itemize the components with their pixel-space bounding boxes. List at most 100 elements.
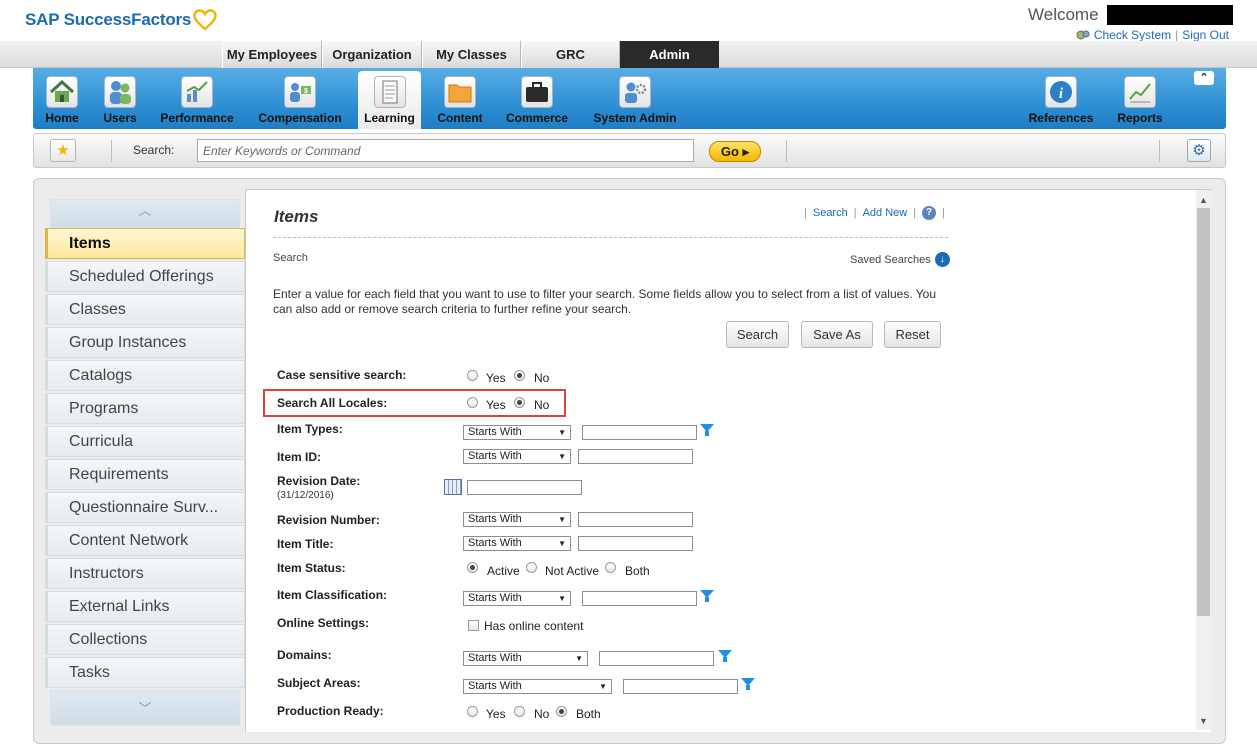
left-nav-item-instructors[interactable]: Instructors xyxy=(45,558,245,589)
item-id-label: Item ID: xyxy=(277,450,322,464)
settings-gear-button[interactable]: ⚙ xyxy=(1187,139,1211,162)
nav-compensation[interactable]: $ Compensation xyxy=(254,68,346,129)
left-nav-item-classes[interactable]: Classes xyxy=(45,294,245,325)
case-sensitive-yes-label: Yes xyxy=(486,371,506,385)
tab-organization[interactable]: Organization xyxy=(322,41,422,68)
nav-users[interactable]: Users xyxy=(97,68,143,129)
domains-operator-select[interactable]: Starts With xyxy=(463,651,588,666)
subject-areas-input[interactable] xyxy=(623,679,738,694)
save-as-button[interactable]: Save As xyxy=(801,321,873,348)
saved-searches-toggle[interactable]: Saved Searches ↓ xyxy=(850,252,950,267)
filter-icon[interactable] xyxy=(700,590,714,602)
nav-reports[interactable]: Reports xyxy=(1111,68,1169,129)
nav-learning[interactable]: Learning xyxy=(358,71,421,129)
tab-my-classes[interactable]: My Classes xyxy=(422,41,521,68)
left-nav-item-questionnaire-surveys[interactable]: Questionnaire Surv... xyxy=(45,492,245,523)
left-nav-item-external-links[interactable]: External Links xyxy=(45,591,245,622)
link-separator: | xyxy=(913,207,917,219)
search-button[interactable]: Search xyxy=(726,321,789,348)
document-icon xyxy=(373,76,406,108)
tab-admin[interactable]: Admin xyxy=(620,41,719,68)
collapse-nav-button[interactable]: ⌃ xyxy=(1194,71,1214,85)
subject-areas-operator-select[interactable]: Starts With xyxy=(463,679,612,694)
nav-content[interactable]: Content xyxy=(432,68,488,129)
left-nav-item-curricula[interactable]: Curricula xyxy=(45,426,245,457)
calendar-icon[interactable] xyxy=(444,479,462,495)
tab-my-employees[interactable]: My Employees xyxy=(222,41,322,68)
item-types-operator-select[interactable]: Starts With xyxy=(463,425,571,440)
sap-successfactors-logo[interactable]: SAP SuccessFactors xyxy=(25,10,191,30)
instructions-text: Enter a value for each field that you wa… xyxy=(273,287,937,316)
search-input[interactable] xyxy=(197,139,694,162)
item-classification-operator-select[interactable]: Starts With xyxy=(463,591,571,606)
scrollbar-thumb[interactable] xyxy=(1197,208,1210,616)
scroll-down-arrow-icon[interactable]: ▼ xyxy=(1199,716,1208,726)
item-status-both-radio[interactable] xyxy=(605,562,616,573)
filter-icon[interactable] xyxy=(741,678,755,690)
item-status-active-radio[interactable] xyxy=(467,562,478,573)
left-nav-scroll-up[interactable]: ︿ xyxy=(50,199,240,228)
top-tabs: My Employees Organization My Classes GRC… xyxy=(222,41,719,68)
left-nav-item-collections[interactable]: Collections xyxy=(45,624,245,655)
filter-icon[interactable] xyxy=(718,650,732,662)
folder-icon xyxy=(444,76,476,108)
nav-system-admin[interactable]: System Admin xyxy=(589,68,681,129)
item-types-input[interactable] xyxy=(582,425,697,440)
left-nav-item-scheduled-offerings[interactable]: Scheduled Offerings xyxy=(45,261,245,292)
nav-performance[interactable]: Performance xyxy=(156,68,238,129)
search-section-label: Search xyxy=(273,252,308,264)
item-status-not-active-radio[interactable] xyxy=(526,562,537,573)
production-ready-yes-radio[interactable] xyxy=(467,706,478,717)
left-nav-item-programs[interactable]: Programs xyxy=(45,393,245,424)
all-locales-no-radio[interactable] xyxy=(514,397,525,408)
left-nav-item-content-network[interactable]: Content Network xyxy=(45,525,245,556)
production-ready-no-radio[interactable] xyxy=(514,706,525,717)
left-nav-item-items[interactable]: Items xyxy=(45,228,258,259)
gear-user-icon xyxy=(619,76,651,108)
add-new-link[interactable]: Add New xyxy=(863,207,908,219)
filter-icon[interactable] xyxy=(700,424,714,436)
help-icon[interactable]: ? xyxy=(922,206,937,220)
redacted-user-name xyxy=(1107,5,1233,25)
search-link[interactable]: Search xyxy=(813,207,848,219)
users-icon xyxy=(104,76,136,108)
nav-learning-label: Learning xyxy=(364,111,415,125)
check-system-link[interactable]: Check System xyxy=(1094,28,1171,42)
item-classification-input[interactable] xyxy=(582,591,697,606)
item-id-operator-select[interactable]: Starts With xyxy=(463,449,571,464)
nav-references[interactable]: i References xyxy=(1023,68,1099,129)
left-nav-item-group-instances[interactable]: Group Instances xyxy=(45,327,245,358)
nav-home[interactable]: Home xyxy=(38,68,86,129)
tab-grc[interactable]: GRC xyxy=(521,41,620,68)
reset-button[interactable]: Reset xyxy=(884,321,941,348)
left-nav-item-tasks[interactable]: Tasks xyxy=(45,657,245,688)
left-nav-item-catalogs[interactable]: Catalogs xyxy=(45,360,245,391)
go-button[interactable]: Go ▸ xyxy=(709,141,761,162)
has-online-content-label: Has online content xyxy=(484,619,584,633)
left-nav-scroll-down[interactable]: ﹀ xyxy=(50,690,240,726)
revision-date-input[interactable] xyxy=(467,480,582,495)
sign-out-link[interactable]: Sign Out xyxy=(1182,28,1229,42)
go-label: Go xyxy=(720,144,739,159)
item-title-input[interactable] xyxy=(578,536,693,551)
case-sensitive-yes-radio[interactable] xyxy=(467,370,478,381)
search-label: Search: xyxy=(133,143,175,157)
all-locales-yes-radio[interactable] xyxy=(467,397,478,408)
item-title-operator-select[interactable]: Starts With xyxy=(463,536,571,551)
production-ready-both-radio[interactable] xyxy=(556,706,567,717)
nav-performance-label: Performance xyxy=(160,111,234,125)
revision-number-operator-select[interactable]: Starts With xyxy=(463,512,571,527)
online-settings-label: Online Settings: xyxy=(277,616,370,630)
favorites-star-button[interactable]: ★ xyxy=(50,139,76,162)
revision-number-input[interactable] xyxy=(578,512,693,527)
item-id-input[interactable] xyxy=(578,449,693,464)
left-nav-item-requirements[interactable]: Requirements xyxy=(45,459,245,490)
case-sensitive-no-radio[interactable] xyxy=(514,370,525,381)
nav-commerce[interactable]: Commerce xyxy=(502,68,572,129)
toolbar-divider xyxy=(111,140,112,162)
item-classification-label: Item Classification: xyxy=(277,588,388,602)
nav-system-admin-label: System Admin xyxy=(593,111,677,125)
scroll-up-arrow-icon[interactable]: ▲ xyxy=(1199,195,1208,205)
has-online-content-checkbox[interactable] xyxy=(468,620,479,631)
domains-input[interactable] xyxy=(599,651,714,666)
